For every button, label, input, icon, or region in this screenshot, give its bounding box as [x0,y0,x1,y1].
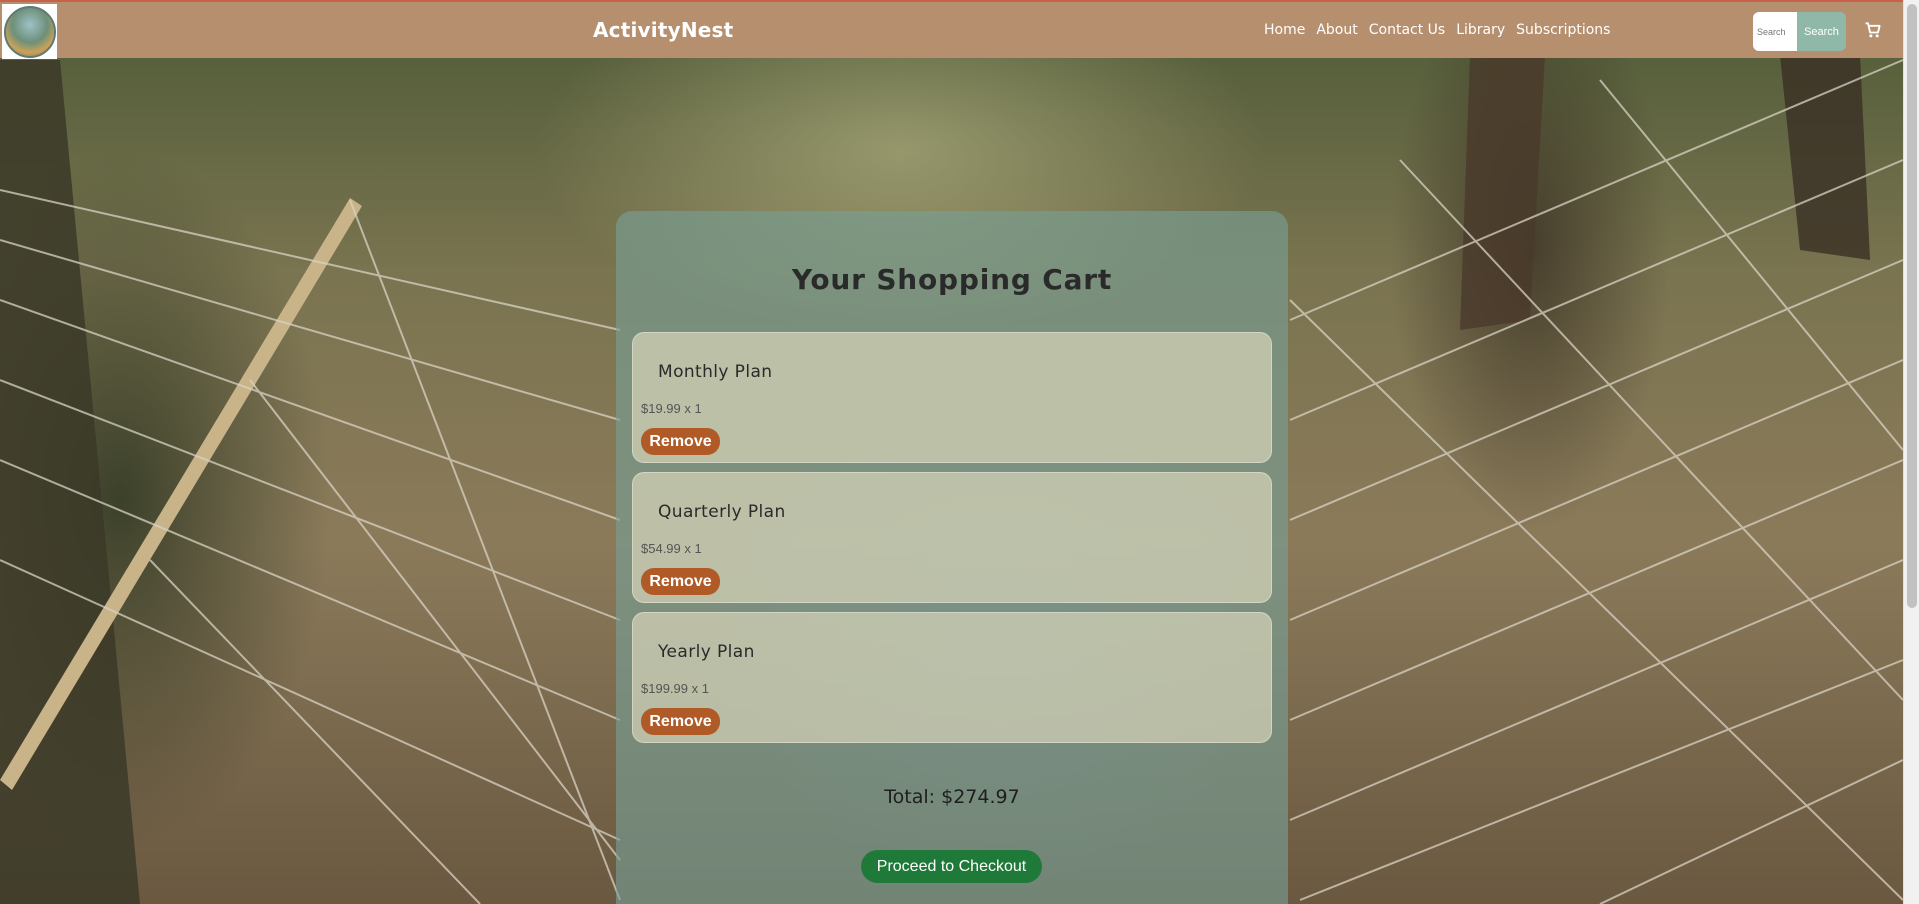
main-nav: Home About Contact Us Library Subscripti… [1264,22,1621,38]
item-price-qty: $19.99 x 1 [641,401,702,416]
cart-title: Your Shopping Cart [791,263,1113,296]
nav-home[interactable]: Home [1264,22,1305,38]
cart-item: Monthly Plan $19.99 x 1 Remove [632,332,1272,463]
search-input[interactable] [1753,12,1797,51]
cart-total: Total: $274.97 [884,786,1020,808]
nav-library[interactable]: Library [1456,22,1505,38]
logo-emblem [3,5,56,58]
scrollbar-thumb[interactable] [1907,4,1917,608]
cart-item: Yearly Plan $199.99 x 1 Remove [632,612,1272,743]
nav-about[interactable]: About [1316,22,1357,38]
search-form: Search [1753,12,1846,51]
item-name: Yearly Plan [658,642,755,662]
item-name: Quarterly Plan [658,502,786,522]
nav-subscriptions[interactable]: Subscriptions [1516,22,1610,38]
cart-item: Quarterly Plan $54.99 x 1 Remove [632,472,1272,603]
item-price-qty: $199.99 x 1 [641,681,709,696]
remove-button[interactable]: Remove [641,708,720,735]
remove-button[interactable]: Remove [641,568,720,595]
search-button[interactable]: Search [1797,12,1846,51]
checkout-button[interactable]: Proceed to Checkout [861,850,1042,883]
item-name: Monthly Plan [658,362,773,382]
shopping-cart-panel: Your Shopping Cart Monthly Plan $19.99 x… [616,211,1288,904]
brand-title[interactable]: ActivityNest [593,18,733,42]
item-price-qty: $54.99 x 1 [641,541,702,556]
cart-icon[interactable] [1863,20,1883,40]
nav-contact-us[interactable]: Contact Us [1369,22,1445,38]
logo-icon[interactable] [2,4,57,59]
top-navbar: ActivityNest Home About Contact Us Libra… [0,0,1903,59]
page-scrollbar[interactable] [1903,0,1919,904]
remove-button[interactable]: Remove [641,428,720,455]
